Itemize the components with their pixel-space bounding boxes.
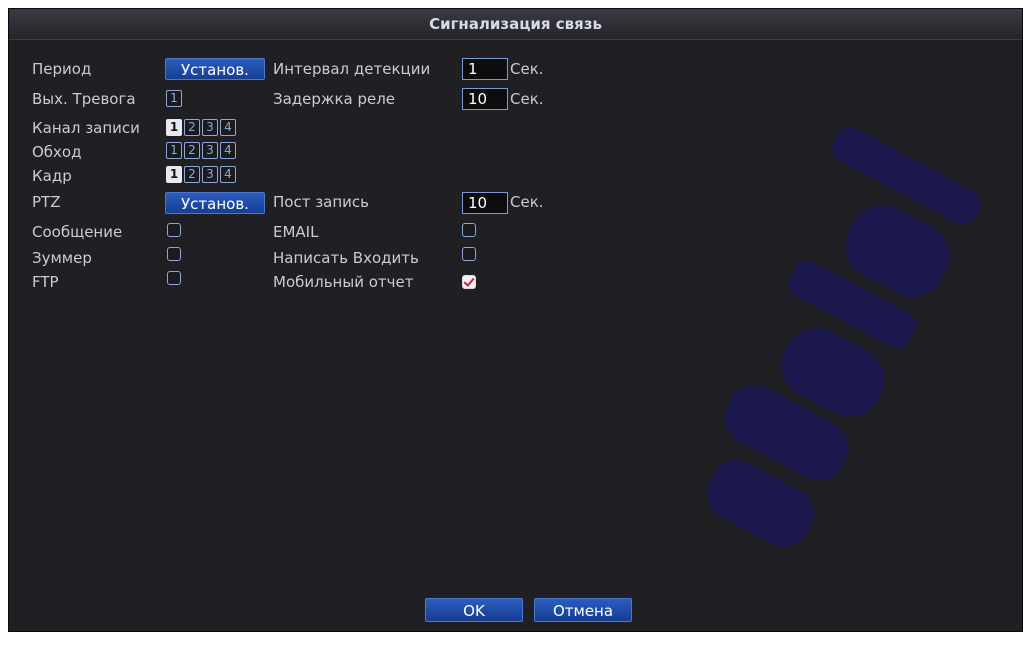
mobile-report-checkbox[interactable] xyxy=(462,275,476,289)
record-channel-label: Канал записи xyxy=(32,119,140,137)
record-channel-1[interactable]: 1 xyxy=(166,119,182,136)
email-label: EMAIL xyxy=(273,223,319,241)
post-record-label: Пост запись xyxy=(273,193,370,211)
ftp-label: FTP xyxy=(32,273,59,291)
tour-channel-1[interactable]: 1 xyxy=(166,142,182,159)
relay-delay-unit: Сек. xyxy=(510,90,544,108)
tour-label: Обход xyxy=(32,143,82,161)
title-bar: Сигнализация связь xyxy=(9,9,1022,40)
period-set-button[interactable]: Установ. xyxy=(165,58,265,80)
tour-channel-4[interactable]: 4 xyxy=(220,142,236,159)
email-checkbox[interactable] xyxy=(462,223,476,237)
snapshot-channel-4[interactable]: 4 xyxy=(220,166,236,183)
detect-interval-label: Интервал детекции xyxy=(273,60,431,78)
alarm-out-label: Вых. Тревога xyxy=(32,90,136,108)
post-record-unit: Сек. xyxy=(510,193,544,211)
buzzer-checkbox[interactable] xyxy=(167,247,181,261)
detect-interval-unit: Сек. xyxy=(510,60,544,78)
snapshot-channels: 1234 xyxy=(166,166,236,183)
tour-channel-2[interactable]: 2 xyxy=(184,142,200,159)
snapshot-channel-3[interactable]: 3 xyxy=(202,166,218,183)
tour-channels: 1234 xyxy=(166,142,236,159)
ptz-label: PTZ xyxy=(32,193,61,211)
relay-delay-label: Задержка реле xyxy=(273,90,396,108)
period-label: Период xyxy=(32,60,92,78)
detect-interval-input[interactable]: 1 xyxy=(462,58,508,80)
record-channels: 1234 xyxy=(166,119,236,136)
write-log-label: Написать Входить xyxy=(273,249,419,267)
snapshot-channel-1[interactable]: 1 xyxy=(166,166,182,183)
tour-channel-3[interactable]: 3 xyxy=(202,142,218,159)
window-title: Сигнализация связь xyxy=(429,15,602,33)
alarm-link-dialog: Сигнализация связь Период Установ. Вых. … xyxy=(8,8,1023,632)
alarm-out-channels: 1 xyxy=(166,90,182,107)
mobile-report-label: Мобильный отчет xyxy=(273,273,414,291)
write-log-checkbox[interactable] xyxy=(462,247,476,261)
snapshot-label: Кадр xyxy=(32,167,72,185)
buzzer-label: Зуммер xyxy=(32,249,92,267)
alarm-out-channel-1[interactable]: 1 xyxy=(166,90,182,107)
ptz-set-button[interactable]: Установ. xyxy=(165,192,265,214)
ftp-checkbox[interactable] xyxy=(167,271,181,285)
message-checkbox[interactable] xyxy=(167,223,181,237)
ok-button[interactable]: OK xyxy=(425,598,523,622)
record-channel-4[interactable]: 4 xyxy=(220,119,236,136)
record-channel-3[interactable]: 3 xyxy=(202,119,218,136)
record-channel-2[interactable]: 2 xyxy=(184,119,200,136)
message-label: Сообщение xyxy=(32,223,123,241)
relay-delay-input[interactable]: 10 xyxy=(462,88,508,110)
cancel-button[interactable]: Отмена xyxy=(534,598,632,622)
post-record-input[interactable]: 10 xyxy=(462,192,508,214)
snapshot-channel-2[interactable]: 2 xyxy=(184,166,200,183)
